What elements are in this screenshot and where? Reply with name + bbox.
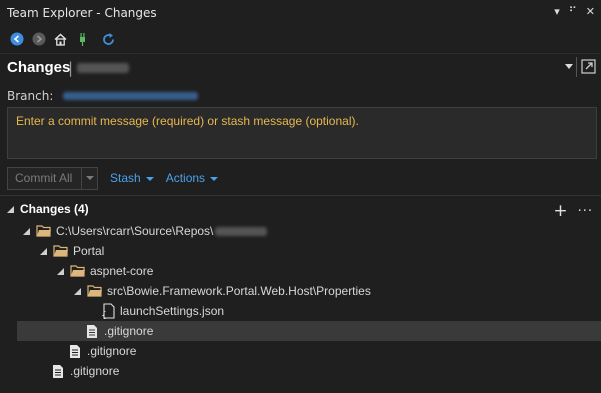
commit-all-dropdown[interactable]	[82, 166, 98, 190]
refresh-button[interactable]	[100, 31, 117, 48]
undock-icon[interactable]	[581, 59, 596, 74]
tree-folder-repo-root[interactable]: C:\Users\rcarr\Source\Repos\	[22, 221, 268, 241]
refresh-icon	[103, 32, 114, 45]
page-header: Changes |	[0, 53, 601, 81]
close-icon[interactable]: ✕	[586, 5, 595, 18]
header-divider	[576, 57, 577, 77]
forward-button[interactable]	[30, 31, 47, 48]
repo-folder-name-redacted	[215, 226, 268, 236]
svg-text:{: {	[101, 311, 107, 319]
folder-open-icon	[87, 283, 103, 299]
pin-icon[interactable]: ⠋	[569, 5, 577, 18]
chevron-down-icon	[85, 176, 94, 180]
tree-folder-label: Portal	[73, 244, 105, 258]
changes-section-header[interactable]: Changes (4) + ···	[7, 201, 597, 221]
actions-label: Actions	[165, 171, 206, 185]
navigation-toolbar	[0, 27, 601, 51]
commit-actions-row: Commit All Stash Actions	[7, 166, 219, 190]
home-icon	[54, 33, 67, 46]
folder-open-icon	[36, 223, 52, 239]
branch-label: Branch:	[7, 88, 54, 103]
page-title: Changes	[7, 59, 71, 76]
window-title-bar: Team Explorer - Changes ▾ ⠋ ✕	[0, 0, 601, 26]
folder-open-icon	[53, 243, 69, 259]
actions-menu[interactable]: Actions	[165, 171, 219, 185]
connect-button[interactable]	[74, 31, 91, 48]
stage-all-icon[interactable]: +	[553, 201, 567, 221]
chevron-down-icon	[145, 176, 154, 181]
page-dropdown-icon[interactable]	[565, 64, 573, 69]
expanded-arrow-icon[interactable]	[56, 267, 65, 276]
stash-label: Stash	[110, 171, 141, 185]
commit-all-button[interactable]: Commit All	[7, 166, 82, 190]
chevron-down-icon	[210, 176, 219, 181]
expanded-arrow-icon[interactable]	[39, 247, 48, 256]
tree-file-label: launchSettings.json	[120, 304, 225, 318]
file-icon	[67, 343, 83, 359]
window-title: Team Explorer - Changes	[7, 6, 157, 20]
tree-file-label: .gitignore	[104, 324, 154, 338]
tree-folder-aspnet-core[interactable]: aspnet-core	[56, 261, 153, 281]
tree-folder-label: aspnet-core	[90, 264, 154, 278]
back-button[interactable]	[8, 31, 25, 48]
tree-file-launchsettings[interactable]: { launchSettings.json	[100, 301, 224, 321]
more-options-icon[interactable]: ···	[578, 204, 593, 219]
tree-folder-label: C:\Users\rcarr\Source\Repos\	[56, 224, 214, 238]
expanded-arrow-icon[interactable]	[73, 287, 82, 296]
home-button[interactable]	[52, 31, 69, 48]
tree-file-gitignore[interactable]: .gitignore	[50, 361, 119, 381]
branch-name-link-redacted[interactable]	[63, 91, 199, 100]
branch-row: Branch:	[7, 88, 199, 103]
repository-name-redacted	[77, 63, 129, 73]
connect-icon	[80, 32, 85, 46]
section-actions: + ···	[553, 201, 593, 221]
tree-file-gitignore-selected[interactable]: .gitignore	[17, 321, 601, 341]
expanded-arrow-icon[interactable]	[22, 227, 31, 236]
changes-section-title: Changes (4)	[20, 202, 89, 216]
section-divider	[0, 195, 601, 196]
tree-folder-properties[interactable]: src\Bowie.Framework.Portal.Web.Host\Prop…	[73, 281, 371, 301]
file-icon	[84, 323, 100, 339]
file-icon	[50, 363, 66, 379]
collapse-icon[interactable]	[7, 205, 14, 213]
tree-file-label: .gitignore	[70, 364, 120, 378]
dropdown-icon[interactable]: ▾	[554, 5, 560, 18]
forward-icon	[32, 32, 45, 46]
back-icon	[10, 32, 23, 46]
tree-file-label: .gitignore	[87, 344, 137, 358]
commit-message-input[interactable]	[8, 108, 596, 158]
commit-message-box	[7, 107, 597, 159]
tree-folder-label: src\Bowie.Framework.Portal.Web.Host\Prop…	[107, 284, 371, 298]
folder-open-icon	[70, 263, 86, 279]
header-separator: |	[68, 59, 74, 77]
json-file-icon: {	[100, 303, 116, 319]
window-controls: ▾ ⠋ ✕	[554, 5, 595, 18]
stash-menu[interactable]: Stash	[110, 171, 154, 185]
tree-file-gitignore[interactable]: .gitignore	[67, 341, 136, 361]
tree-folder-portal[interactable]: Portal	[39, 241, 104, 261]
